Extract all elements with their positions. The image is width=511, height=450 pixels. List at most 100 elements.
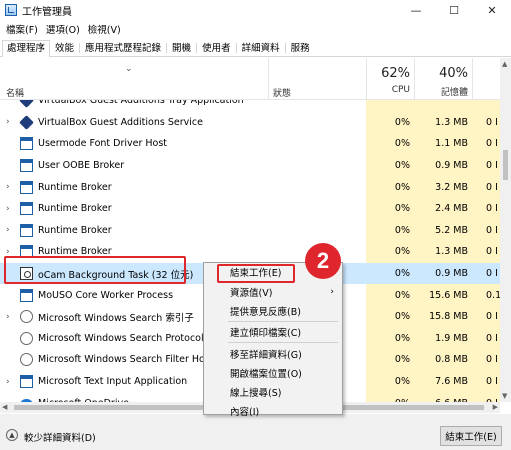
- window-icon: [20, 288, 33, 302]
- memory-cell: 5.2 MB: [414, 219, 472, 242]
- process-name: MoUSO Core Worker Process: [38, 289, 174, 301]
- tab-app-history[interactable]: 應用程式歷程記錄: [80, 40, 166, 56]
- column-cpu[interactable]: 62% CPU: [366, 58, 414, 100]
- tab-services[interactable]: 服務: [286, 40, 315, 56]
- window-controls: — ☐ ✕: [397, 0, 511, 20]
- disk-cell: 0 I: [472, 262, 500, 285]
- context-menu-item[interactable]: 建立傾印檔案(C): [204, 323, 342, 341]
- expand-chevron-icon[interactable]: ›: [6, 377, 14, 387]
- tab-bar: 處理程序 效能 應用程式歷程記錄 開機 使用者 詳細資料 服務: [0, 39, 511, 57]
- expand-chevron-icon[interactable]: ›: [6, 312, 14, 322]
- maximize-button[interactable]: ☐: [435, 0, 473, 20]
- context-menu-item-label: 建立傾印檔案(C): [230, 328, 302, 339]
- disk-cell: 0 I: [472, 370, 500, 393]
- task-manager-icon: [5, 4, 17, 16]
- disk-cell: 0 I: [472, 327, 500, 350]
- process-name: Usermode Font Driver Host: [38, 138, 168, 150]
- close-button[interactable]: ✕: [473, 0, 511, 20]
- memory-cell: [414, 100, 472, 112]
- menu-view[interactable]: 檢視(V): [84, 22, 125, 36]
- window-icon: [20, 159, 33, 173]
- column-memory[interactable]: 40% 記憶體: [414, 58, 472, 100]
- disk-cell: 0 I: [472, 349, 500, 371]
- process-name: Microsoft Windows Search Protocol Host: [38, 332, 229, 344]
- disk-cell: 0.1 I: [472, 284, 500, 306]
- table-row[interactable]: Usermode Font Driver Host 0% 1.1 MB 0 I: [0, 133, 500, 155]
- table-row[interactable]: › Runtime Broker 0% 3.2 MB 0 I: [0, 176, 500, 198]
- tab-users[interactable]: 使用者: [197, 40, 236, 56]
- memory-cell: 0.8 MB: [414, 349, 472, 371]
- scroll-right-icon[interactable]: ▶: [493, 403, 498, 411]
- end-task-button[interactable]: 結束工作(E): [440, 426, 502, 446]
- context-menu-item[interactable]: 移至詳細資料(G): [204, 345, 342, 363]
- tab-startup[interactable]: 開機: [167, 40, 196, 56]
- disk-cell: 0 I: [472, 176, 500, 198]
- sort-chevron-icon[interactable]: ⌄: [125, 64, 133, 74]
- memory-cell: 0.9 MB: [414, 262, 472, 285]
- disk-cell: 0 I: [472, 133, 500, 155]
- table-row[interactable]: User OOBE Broker 0% 0.9 MB 0 I: [0, 154, 500, 177]
- memory-cell: 1.3 MB: [414, 241, 472, 263]
- menu-file[interactable]: 檔案(F): [2, 22, 42, 36]
- memory-cell: 15.6 MB: [414, 284, 472, 306]
- context-menu-item[interactable]: 線上搜尋(S): [204, 383, 342, 401]
- tab-performance[interactable]: 效能: [50, 40, 79, 56]
- process-name: Runtime Broker: [38, 224, 112, 236]
- scroll-left-icon[interactable]: ◀: [2, 403, 7, 411]
- cpu-label: CPU: [391, 85, 410, 95]
- scroll-thumb[interactable]: [503, 150, 508, 180]
- column-name[interactable]: 名稱: [6, 86, 24, 99]
- window-icon: [20, 375, 33, 389]
- column-divider[interactable]: [472, 58, 473, 100]
- context-menu-item[interactable]: 資源值(V) ›: [204, 283, 342, 301]
- cpu-cell: 0%: [366, 241, 414, 263]
- context-menu-item[interactable]: 開啟檔案位置(O): [204, 364, 342, 382]
- expand-chevron-icon[interactable]: ›: [6, 182, 14, 192]
- table-row[interactable]: › Runtime Broker 0% 2.4 MB 0 I: [0, 198, 500, 220]
- vertical-scrollbar[interactable]: ▲ ▼: [500, 58, 511, 402]
- scroll-up-icon[interactable]: ▲: [502, 60, 507, 68]
- process-name: Runtime Broker: [38, 181, 112, 193]
- chevron-up-icon[interactable]: ▲: [6, 429, 18, 441]
- tab-details[interactable]: 詳細資料: [237, 40, 285, 56]
- context-menu-item-label: 資源值(V): [230, 288, 273, 299]
- cpu-cell: 0%: [366, 111, 414, 134]
- search-icon: [20, 310, 33, 324]
- context-menu-item[interactable]: 內容(I): [204, 402, 342, 420]
- context-menu-item[interactable]: 提供意見反應(B): [204, 302, 342, 320]
- search-icon: [20, 331, 33, 345]
- memory-cell: 7.6 MB: [414, 370, 472, 393]
- disk-cell: 0 I: [472, 198, 500, 220]
- memory-cell: 1.1 MB: [414, 133, 472, 155]
- fewer-details-link[interactable]: 較少詳細資料(D): [24, 430, 96, 444]
- column-divider[interactable]: [268, 58, 269, 100]
- column-status[interactable]: 狀態: [273, 86, 291, 99]
- process-name: Runtime Broker: [38, 203, 112, 215]
- process-name: VirtualBox Guest Additions Service: [38, 116, 203, 128]
- memory-cell: 6.6 MB: [414, 392, 472, 402]
- cpu-cell: 0%: [366, 154, 414, 177]
- submenu-arrow-icon: ›: [330, 287, 334, 297]
- scroll-down-icon[interactable]: ▼: [502, 392, 507, 400]
- cpu-cell: 0%: [366, 327, 414, 350]
- disk-cell: 0 I: [472, 219, 500, 242]
- minimize-button[interactable]: —: [397, 0, 435, 20]
- process-name: Microsoft Windows Search 索引子: [38, 312, 194, 324]
- cpu-cell: 0%: [366, 262, 414, 285]
- menu-options[interactable]: 選項(O): [42, 22, 84, 36]
- table-row[interactable]: VirtualBox Guest Additions Tray Applicat…: [0, 100, 500, 112]
- cpu-cell: 0%: [366, 284, 414, 306]
- vbox-icon: [19, 115, 34, 130]
- tab-processes[interactable]: 處理程序: [2, 40, 51, 57]
- memory-cell: 0.9 MB: [414, 154, 472, 177]
- cpu-percent: 62%: [381, 66, 410, 81]
- disk-cell: 0 I: [472, 111, 500, 134]
- cpu-cell: 0%: [366, 349, 414, 371]
- highlight-ocam-row: [4, 256, 186, 284]
- expand-chevron-icon[interactable]: ›: [6, 117, 14, 127]
- table-row[interactable]: › Runtime Broker 0% 5.2 MB 0 I: [0, 219, 500, 242]
- expand-chevron-icon[interactable]: ›: [6, 204, 14, 214]
- context-menu-item-label: 線上搜尋(S): [230, 388, 282, 399]
- table-row[interactable]: › VirtualBox Guest Additions Service 0% 1.3…: [0, 111, 500, 134]
- expand-chevron-icon[interactable]: ›: [6, 225, 14, 235]
